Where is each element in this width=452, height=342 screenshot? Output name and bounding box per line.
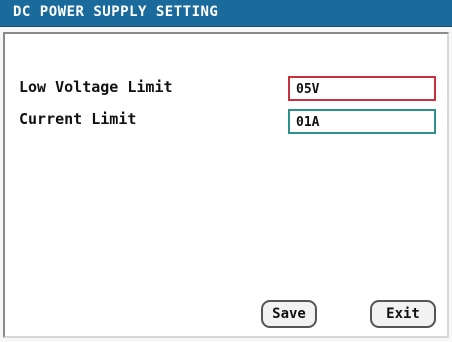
low-voltage-limit-label: Low Voltage Limit (19, 78, 173, 96)
current-limit-label: Current Limit (19, 110, 137, 128)
save-button[interactable]: Save (261, 300, 317, 328)
settings-panel: Low Voltage Limit 05V Current Limit 01A … (3, 32, 449, 338)
exit-button[interactable]: Exit (370, 300, 436, 328)
title-bar: DC POWER SUPPLY SETTING (0, 0, 452, 27)
dc-power-supply-dialog: DC POWER SUPPLY SETTING Low Voltage Limi… (0, 0, 452, 342)
low-voltage-limit-field[interactable]: 05V (288, 76, 436, 101)
current-limit-field[interactable]: 01A (288, 109, 436, 134)
dialog-title: DC POWER SUPPLY SETTING (13, 4, 219, 20)
